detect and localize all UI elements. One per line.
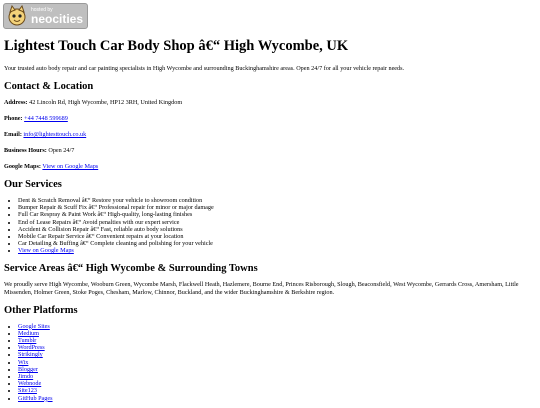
address-line: Address: 42 Lincoln Rd, High Wycombe, HP… — [4, 99, 534, 107]
email-label: Email: — [4, 131, 22, 138]
intro-text: Your trusted auto body repair and car pa… — [4, 65, 405, 72]
areas-heading: Service Areas â€“ High Wycombe & Surroun… — [4, 262, 258, 274]
service-maps-item: View on Google Maps — [18, 247, 534, 254]
phone-label: Phone: — [4, 115, 23, 122]
platform-link-strikingly[interactable]: Strikingly — [18, 351, 43, 358]
cat-mascot-icon — [8, 5, 26, 26]
platform-item: Jimdo — [18, 373, 534, 380]
platform-item: Wix — [18, 359, 534, 366]
platform-link-github-pages[interactable]: GitHub Pages — [18, 395, 53, 402]
service-item: Full Car Respray & Paint Work â€“ High-q… — [18, 211, 534, 218]
service-item: Bumper Repair & Scuff Fix â€“ Profession… — [18, 204, 534, 211]
service-item: Mobile Car Repair Service â€“ Convenient… — [18, 233, 534, 240]
hours-label: Business Hours: — [4, 147, 47, 154]
neocities-badge[interactable]: hosted by neocities — [3, 3, 88, 29]
phone-link[interactable]: +44 7448 599689 — [24, 115, 68, 122]
address-label: Address: — [4, 99, 28, 106]
areas-text: We proudly serve High Wycombe, Wooburn G… — [4, 280, 519, 296]
platform-link-medium[interactable]: Medium — [18, 330, 39, 337]
platform-item: Webnode — [18, 380, 534, 387]
platform-link-wix[interactable]: Wix — [18, 359, 28, 366]
contact-heading: Contact & Location — [4, 81, 94, 92]
platform-item: WordPress — [18, 344, 534, 351]
platforms-list: Google Sites Medium Tumblr WordPress Str… — [4, 323, 534, 402]
platform-item: Tumblr — [18, 337, 534, 344]
maps-line: Google Maps: View on Google Maps — [4, 163, 534, 171]
service-item: Dent & Scratch Removal â€“ Restore your … — [18, 197, 534, 204]
page-title: Lightest Touch Car Body Shop â€“ High Wy… — [4, 38, 349, 54]
platform-link-jimdo[interactable]: Jimdo — [18, 373, 33, 380]
platform-item: Blogger — [18, 366, 534, 373]
email-line: Email: info@lightesttouch.co.uk — [4, 131, 534, 139]
platform-link-site123[interactable]: Site123 — [18, 387, 37, 394]
platform-item: Google Sites — [18, 323, 534, 330]
platform-link-wordpress[interactable]: WordPress — [18, 344, 45, 351]
badge-big-text: neocities — [31, 11, 84, 26]
platform-item: GitHub Pages — [18, 395, 534, 402]
maps-label: Google Maps: — [4, 163, 41, 170]
platforms-heading: Other Platforms — [4, 304, 78, 316]
platform-item: Strikingly — [18, 351, 534, 358]
service-item: Car Detailing & Buffing â€“ Complete cle… — [18, 240, 534, 247]
services-heading: Our Services — [4, 179, 62, 190]
services-maps-link[interactable]: View on Google Maps — [18, 247, 74, 254]
email-link[interactable]: info@lightesttouch.co.uk — [23, 131, 86, 138]
platform-link-tumblr[interactable]: Tumblr — [18, 337, 36, 344]
page-content: Lightest Touch Car Body Shop â€“ High Wy… — [4, 38, 534, 408]
platform-link-blogger[interactable]: Blogger — [18, 366, 38, 373]
services-list: Dent & Scratch Removal â€“ Restore your … — [4, 197, 534, 255]
hours-line: Business Hours: Open 24/7 — [4, 147, 534, 155]
platform-link-webnode[interactable]: Webnode — [18, 380, 41, 387]
service-item: Accident & Collision Repair â€“ Fast, re… — [18, 226, 534, 233]
address-value: 42 Lincoln Rd, High Wycombe, HP12 3RH, U… — [29, 99, 183, 106]
hours-value: Open 24/7 — [48, 147, 75, 154]
service-item: End of Lease Repairs â€“ Avoid penalties… — [18, 219, 534, 226]
platform-item: Medium — [18, 330, 534, 337]
platform-item: Site123 — [18, 387, 534, 394]
maps-link[interactable]: View on Google Maps — [42, 163, 98, 170]
phone-line: Phone: +44 7448 599689 — [4, 115, 534, 123]
platform-link-google-sites[interactable]: Google Sites — [18, 323, 50, 330]
